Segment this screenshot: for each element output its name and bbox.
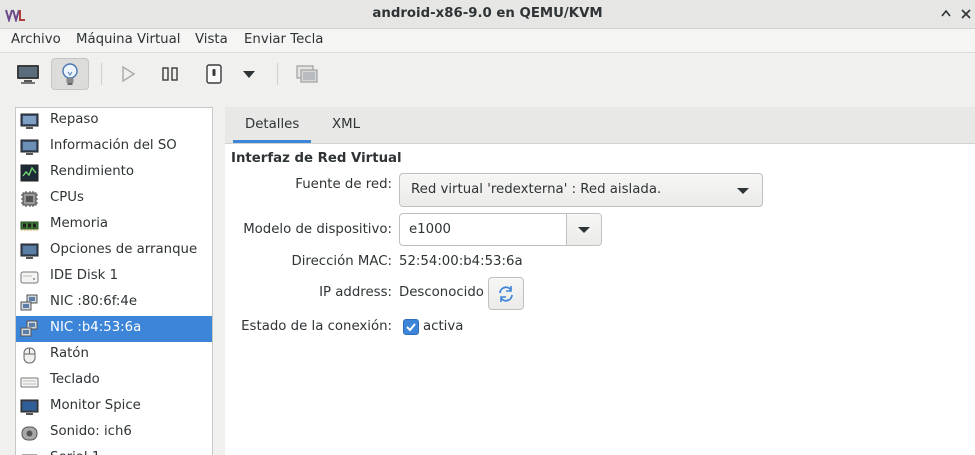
hardware-list: Repaso Información del SO Rendimiento CPUs M… — [15, 107, 213, 455]
refresh-icon — [499, 285, 513, 302]
details-panel: Detalles XML Interfaz de Red Virtual Fue… — [225, 107, 975, 455]
shutdown-menu-button[interactable] — [234, 58, 264, 90]
sidebar-item-5[interactable]: Opciones de arranque — [16, 238, 212, 264]
menu-bar: Archivo Máquina Virtual Vista Enviar Tec… — [0, 29, 975, 53]
sound-icon — [21, 426, 38, 441]
snapshots-icon — [296, 65, 318, 83]
sidebar-item-7[interactable]: NIC :80:6f:4e — [16, 290, 212, 316]
ip-label: IP address: — [319, 285, 392, 300]
menu-enviar-tecla[interactable]: Enviar Tecla — [244, 32, 323, 47]
performance-icon — [20, 164, 39, 182]
sidebar-item-label: Opciones de arranque — [50, 242, 198, 257]
power-icon — [206, 64, 222, 84]
tab-xml[interactable]: XML — [332, 117, 360, 132]
sidebar-item-label: Monitor Spice — [50, 398, 141, 413]
sidebar-item-0[interactable]: Repaso — [16, 108, 212, 134]
keyboard-icon — [20, 377, 39, 388]
boot-options-icon — [20, 243, 39, 259]
device-model-value: e1000 — [409, 222, 452, 237]
minimize-icon[interactable] — [938, 6, 954, 22]
checkmark-icon — [406, 323, 416, 332]
chevron-down-icon — [578, 227, 590, 233]
menu-vista[interactable]: Vista — [195, 32, 228, 47]
play-icon — [122, 65, 136, 83]
state-value: activa — [423, 319, 464, 334]
mac-label: Dirección MAC: — [291, 254, 393, 269]
sidebar-item-label: Teclado — [50, 372, 100, 387]
console-button[interactable] — [9, 58, 47, 90]
menu-archivo[interactable]: Archivo — [11, 32, 61, 47]
cpu-icon — [21, 191, 38, 207]
device-model-combo[interactable]: e1000 — [399, 213, 602, 246]
lightbulb-icon — [62, 63, 78, 85]
disk-icon — [20, 271, 39, 284]
sidebar-item-label: CPUs — [50, 190, 84, 205]
pause-button[interactable] — [151, 58, 189, 90]
sidebar-item-label: NIC :b4:53:6a — [50, 320, 142, 335]
tab-detalles[interactable]: Detalles — [245, 117, 299, 132]
sidebar-item-1[interactable]: Información del SO — [16, 134, 212, 160]
section-title: Interfaz de Red Virtual — [231, 151, 402, 166]
network-icon — [20, 294, 38, 311]
close-icon[interactable] — [958, 6, 974, 22]
source-label: Fuente de red: — [295, 177, 392, 192]
sidebar-item-label: NIC :80:6f:4e — [50, 294, 138, 309]
sidebar-item-10[interactable]: Teclado — [16, 368, 212, 394]
serial-icon — [21, 454, 38, 455]
sidebar-item-12[interactable]: Sonido: ich6 — [16, 420, 212, 446]
tab-bar: Detalles XML — [225, 107, 975, 144]
sidebar-item-label: IDE Disk 1 — [50, 268, 119, 283]
sidebar-item-label: Repaso — [50, 112, 99, 127]
sidebar-item-3[interactable]: CPUs — [16, 186, 212, 212]
sidebar-item-9[interactable]: Ratón — [16, 342, 212, 368]
link-state-checkbox[interactable] — [403, 319, 419, 335]
sidebar-item-label: Serial 1 — [50, 450, 100, 455]
mouse-icon — [23, 347, 36, 364]
sidebar-item-11[interactable]: Monitor Spice — [16, 394, 212, 420]
display-icon — [20, 399, 39, 415]
network-icon — [20, 320, 38, 337]
snapshots-button[interactable] — [288, 58, 326, 90]
memory-icon — [20, 221, 39, 231]
sidebar-item-6[interactable]: IDE Disk 1 — [16, 264, 212, 290]
run-button[interactable] — [109, 58, 147, 90]
sidebar-item-label: Memoria — [50, 216, 109, 231]
refresh-ip-button[interactable] — [488, 277, 524, 310]
details-button[interactable] — [51, 58, 89, 90]
toolbar-separator — [277, 63, 278, 85]
menu-maquina-virtual[interactable]: Máquina Virtual — [76, 32, 180, 47]
network-source-dropdown[interactable]: Red virtual 'redexterna' : Red aislada. — [399, 173, 763, 207]
shutdown-button[interactable] — [195, 58, 233, 90]
toolbar — [0, 53, 975, 97]
device-model-dropdown-button[interactable] — [566, 214, 601, 245]
sidebar-item-13[interactable]: Serial 1 — [16, 446, 212, 455]
toolbar-separator — [101, 63, 102, 85]
pause-icon — [162, 67, 178, 81]
sidebar-item-label: Información del SO — [50, 138, 177, 153]
sidebar-item-label: Sonido: ich6 — [50, 424, 132, 439]
sidebar-item-2[interactable]: Rendimiento — [16, 160, 212, 186]
chevron-down-icon — [243, 71, 255, 78]
vm-overview-icon — [20, 113, 39, 129]
title-bar: android-x86-9.0 en QEMU/KVM — [0, 0, 975, 29]
monitor-icon — [17, 65, 39, 84]
ip-value: Desconocido — [399, 285, 484, 300]
sidebar-item-8[interactable]: NIC :b4:53:6a — [16, 316, 212, 342]
chevron-down-icon — [737, 188, 749, 194]
sidebar-item-4[interactable]: Memoria — [16, 212, 212, 238]
os-info-icon — [20, 139, 39, 155]
mac-value: 52:54:00:b4:53:6a — [399, 254, 523, 269]
sidebar-item-label: Ratón — [50, 346, 89, 361]
sidebar-item-label: Rendimiento — [50, 164, 134, 179]
network-source-value: Red virtual 'redexterna' : Red aislada. — [411, 182, 662, 197]
active-tab-indicator — [233, 140, 311, 143]
model-label: Modelo de dispositivo: — [243, 222, 392, 237]
state-label: Estado de la conexión: — [241, 319, 392, 334]
window-title: android-x86-9.0 en QEMU/KVM — [372, 6, 603, 21]
